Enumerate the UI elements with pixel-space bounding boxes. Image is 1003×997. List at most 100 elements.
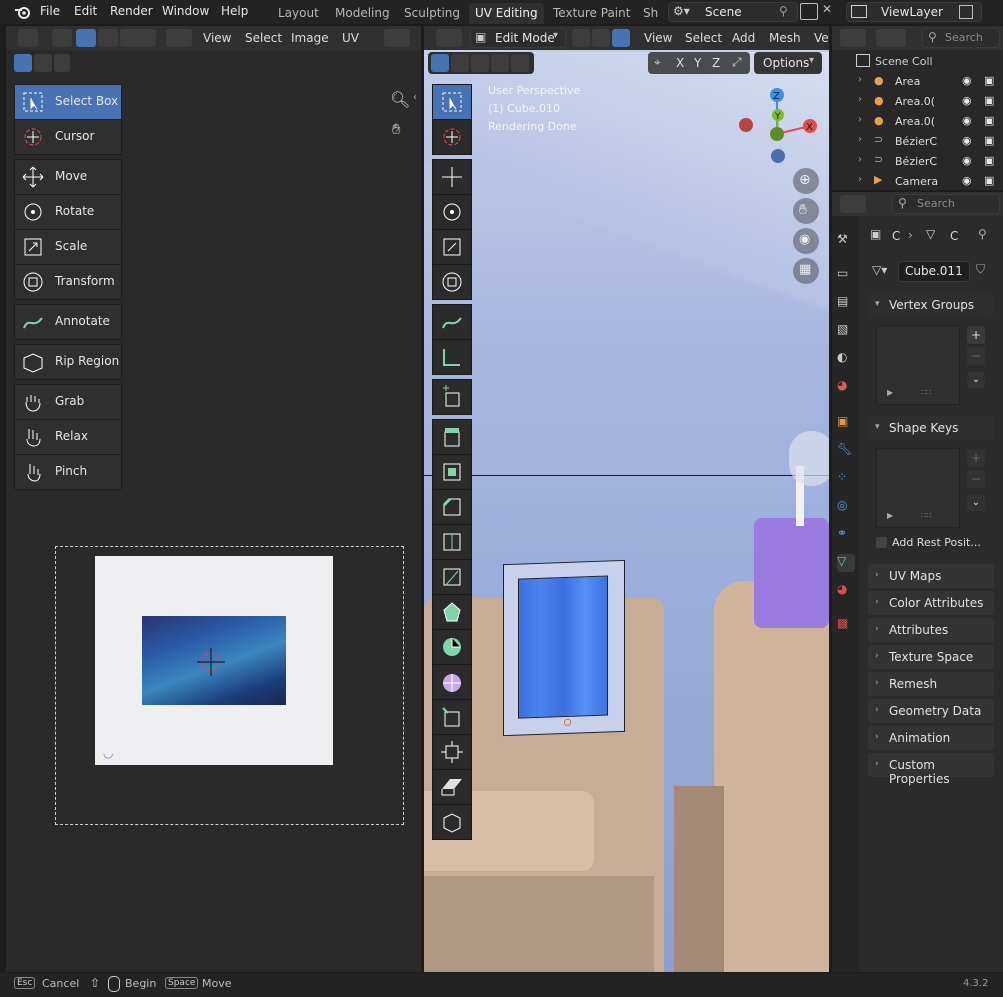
delete-scene-icon[interactable]: ✕ <box>822 2 832 16</box>
uv-cursor-icon[interactable] <box>193 644 229 680</box>
section-remesh[interactable]: › Remesh <box>868 672 994 696</box>
eye-icon[interactable]: ◉ <box>962 174 972 187</box>
pin-icon[interactable]: ⚲ <box>978 227 987 241</box>
uv-menu-image[interactable]: Image <box>291 28 329 48</box>
mirror-x[interactable]: X <box>676 56 684 70</box>
expand-arrow-icon[interactable]: › <box>858 74 862 85</box>
add-vertex-group-icon[interactable]: + <box>967 326 985 344</box>
shape-keys-list[interactable]: ▶ ∷∷ <box>876 448 960 528</box>
remove-shape-key-icon[interactable]: − <box>967 470 985 488</box>
new-viewlayer-icon[interactable] <box>959 5 973 19</box>
edge-select-icon[interactable] <box>98 29 118 47</box>
camera-render-icon[interactable]: ▣ <box>984 94 994 107</box>
vertex-mode-icon[interactable] <box>572 29 590 47</box>
vtool-knife[interactable] <box>432 559 472 595</box>
camera-render-icon[interactable]: ▣ <box>984 174 994 187</box>
physics-tab-icon[interactable]: ◎ <box>837 498 855 516</box>
vtool-transform[interactable] <box>432 264 472 300</box>
section-animation[interactable]: › Animation <box>868 726 994 750</box>
expand-arrow-icon[interactable]: › <box>858 154 862 165</box>
outliner-row-collection[interactable]: Scene Coll <box>840 52 998 72</box>
outliner-row[interactable]: › ● Area ◉ ▣ <box>840 72 998 92</box>
tool-scale[interactable]: Scale <box>14 229 122 265</box>
add-rest-position-row[interactable]: Add Rest Posit... <box>876 535 996 553</box>
expand-arrow-icon[interactable]: › <box>858 94 862 105</box>
vtool-rotate[interactable] <box>432 194 472 230</box>
vtool-scale[interactable] <box>432 229 472 265</box>
vertex-groups-list[interactable]: ▶ ∷∷ <box>876 325 960 405</box>
camera-view-button[interactable]: ◉ <box>793 228 819 254</box>
edge-mode-icon[interactable] <box>592 29 610 47</box>
outliner-row[interactable]: › ⊃ BézierC ◉ ▣ <box>840 132 998 152</box>
tool-cursor[interactable]: Cursor <box>14 119 122 155</box>
world-tab-icon[interactable]: ◕ <box>837 378 855 396</box>
section-uv-maps[interactable]: › UV Maps <box>868 564 994 588</box>
outliner-row[interactable]: › ⊃ BézierC ◉ ▣ <box>840 152 998 172</box>
vtool-add-cube[interactable] <box>432 379 472 415</box>
vtool-rip[interactable] <box>432 804 472 840</box>
eye-icon[interactable]: ◉ <box>962 94 972 107</box>
new-scene-icon[interactable] <box>800 3 818 20</box>
menu-file[interactable]: File <box>40 4 60 18</box>
select-extend-icon[interactable] <box>34 54 52 72</box>
scene-tab-icon[interactable]: ◐ <box>837 350 855 368</box>
uv-menu-view[interactable]: View <box>203 28 231 48</box>
editor-type-icon[interactable] <box>436 29 462 47</box>
eye-icon[interactable]: ◉ <box>962 154 972 167</box>
tab-uv-editing[interactable]: UV Editing <box>469 3 544 24</box>
vp-menu-add[interactable]: Add <box>732 28 755 48</box>
tab-texture-paint[interactable]: Texture Paint <box>547 3 636 24</box>
add-shape-key-icon[interactable]: + <box>967 449 985 467</box>
add-rest-checkbox[interactable] <box>876 537 887 548</box>
outliner-row[interactable]: › ● Area.0( ◉ ▣ <box>840 112 998 132</box>
select-new-icon[interactable] <box>431 54 449 72</box>
section-shape-keys[interactable]: ▾ Shape Keys <box>868 416 994 440</box>
pan-hand-icon[interactable]: ✋︎ <box>392 120 401 138</box>
viewport-3d[interactable] <box>424 26 829 972</box>
render-tab-icon[interactable]: ▭ <box>837 266 855 284</box>
tab-shading[interactable]: Sh <box>637 3 664 24</box>
tool-tab-icon[interactable]: ⚒ <box>837 232 855 250</box>
scene-selector[interactable]: ⚙▾ Scene ⚲ <box>668 2 798 22</box>
vtool-select-box[interactable] <box>432 84 472 120</box>
tool-pinch[interactable]: Pinch <box>14 454 122 490</box>
section-color-attributes[interactable]: › Color Attributes <box>868 591 994 615</box>
tool-select-box[interactable]: Select Box <box>14 84 122 120</box>
expand-arrow-icon[interactable]: › <box>858 174 862 185</box>
vp-menu-more[interactable]: Ve <box>814 28 829 48</box>
section-custom-properties[interactable]: › Custom Properties <box>868 753 994 786</box>
editor-type-icon[interactable] <box>18 29 38 47</box>
breadcrumb-object[interactable]: C <box>892 229 900 243</box>
vtool-inset[interactable] <box>432 454 472 490</box>
vtool-bevel[interactable] <box>432 489 472 525</box>
expand-arrow-icon[interactable]: › <box>858 134 862 145</box>
vtool-move[interactable] <box>432 159 472 195</box>
auto-merge-icon[interactable]: ⤢ <box>732 55 742 70</box>
vtool-cursor[interactable] <box>432 119 472 155</box>
options-dropdown[interactable]: Options ▾ <box>754 52 822 74</box>
outliner-row[interactable]: › ▶ Camera ◉ ▣ <box>840 172 998 188</box>
constraints-tab-icon[interactable]: ⚭ <box>837 526 855 544</box>
particles-tab-icon[interactable]: ⁘ <box>837 470 855 488</box>
shape-key-menu-icon[interactable]: ⌄ <box>967 495 985 511</box>
tab-layout[interactable]: Layout <box>272 3 325 24</box>
section-geometry-data[interactable]: › Geometry Data <box>868 699 994 723</box>
face-mode-icon[interactable] <box>612 29 630 47</box>
display-mode-icon[interactable] <box>876 29 906 47</box>
zoom-button[interactable]: ⊕ <box>793 168 819 194</box>
section-attributes[interactable]: › Attributes <box>868 618 994 642</box>
mirror-z[interactable]: Z <box>712 56 720 70</box>
tool-rotate[interactable]: Rotate <box>14 194 122 230</box>
vtool-extrude[interactable] <box>432 419 472 455</box>
tool-relax[interactable]: Relax <box>14 419 122 455</box>
mode-selector[interactable]: ▣ Edit Mode ▾ <box>470 28 566 48</box>
mesh-data-icon[interactable]: ▽▾ <box>872 263 887 277</box>
viewlayer-selector[interactable]: ViewLayer <box>846 2 982 22</box>
section-texture-space[interactable]: › Texture Space <box>868 645 994 669</box>
uv-menu-uv[interactable]: UV <box>342 28 359 48</box>
tool-grab[interactable]: Grab <box>14 384 122 420</box>
tool-annotate[interactable]: Annotate <box>14 304 122 340</box>
list-grip-icon[interactable]: ∷∷ <box>921 388 931 397</box>
vtool-shrink-fatten[interactable] <box>432 734 472 770</box>
menu-edit[interactable]: Edit <box>74 4 97 18</box>
